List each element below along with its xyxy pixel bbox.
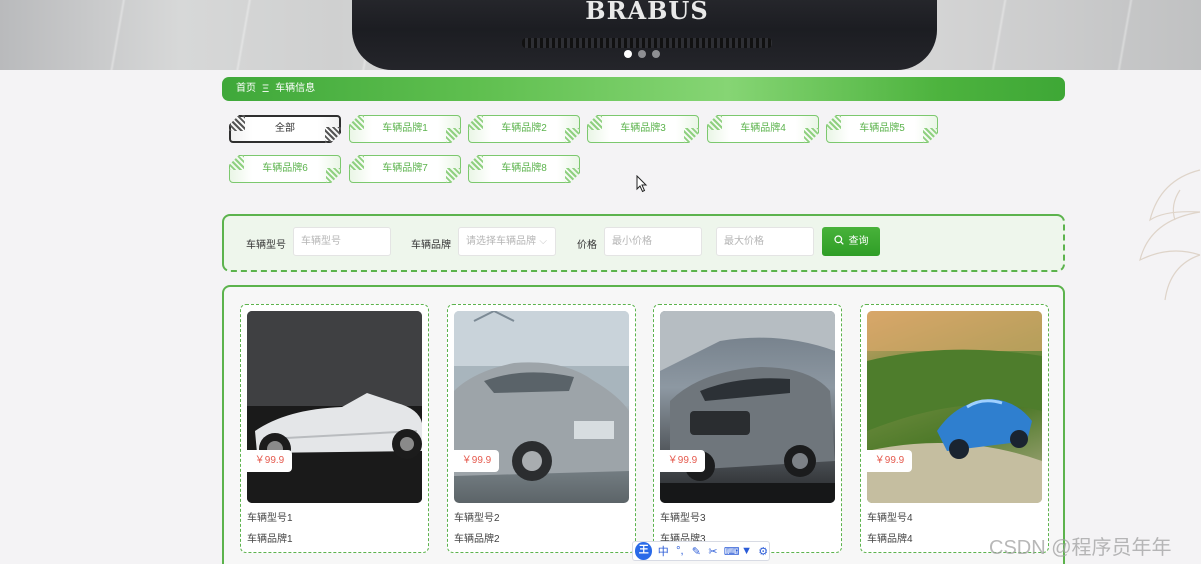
product-model: 车辆型号4 <box>867 513 913 524</box>
product-model: 车辆型号3 <box>660 513 706 524</box>
product-card[interactable]: ￥99.9 车辆型号3 车辆品牌3 <box>653 304 842 553</box>
category-tab-brand-5[interactable]: 车辆品牌5 <box>826 115 938 143</box>
query-button-label: 查询 <box>848 236 869 247</box>
category-tab-brand-8[interactable]: 车辆品牌8 <box>468 155 580 183</box>
hero-banner: BRABUS <box>0 0 1201 70</box>
price-tag: ￥99.9 <box>247 450 292 472</box>
carousel-dot-3[interactable] <box>652 50 660 58</box>
punctuation-icon[interactable]: °, <box>674 545 686 557</box>
query-button[interactable]: 查询 <box>822 227 880 256</box>
search-icon <box>833 235 844 245</box>
product-card[interactable]: ￥99.9 车辆型号1 车辆品牌1 <box>240 304 429 553</box>
search-panel: 车辆型号 车辆型号 车辆品牌 请选择车辆品牌 ⌵ 价格 最小价格 最大价格 查询 <box>222 214 1065 272</box>
product-brand: 车辆品牌1 <box>247 534 293 545</box>
product-model: 车辆型号2 <box>454 513 500 524</box>
product-image[interactable]: ￥99.9 <box>247 311 422 503</box>
convertible-car-image <box>247 311 422 503</box>
scissors-icon[interactable]: ✂ <box>707 545 719 558</box>
category-tab-brand-7[interactable]: 车辆品牌7 <box>349 155 461 183</box>
product-image[interactable]: ￥99.9 <box>454 311 629 503</box>
banner-car-image: BRABUS <box>352 0 937 70</box>
product-brand: 车辆品牌2 <box>454 534 500 545</box>
ime-logo-icon[interactable]: 王 <box>635 542 653 560</box>
breadcrumb-separator-icon: Ξ <box>262 83 270 95</box>
settings-gear-icon[interactable]: ⚙ <box>757 545 769 558</box>
price-tag: ￥99.9 <box>454 450 499 472</box>
ime-toolbar: 王 中 °, ✎ ✂ ⌨ ▼ ⚙ <box>632 541 770 561</box>
carousel-dot-1[interactable] <box>624 50 632 58</box>
brand-select[interactable]: 请选择车辆品牌 ⌵ <box>458 227 556 256</box>
carousel-dots <box>624 50 660 58</box>
category-tab-brand-2[interactable]: 车辆品牌2 <box>468 115 580 143</box>
category-tab-all[interactable]: 全部 <box>229 115 341 143</box>
price-tag: ￥99.9 <box>867 450 912 472</box>
product-image[interactable]: ￥99.9 <box>660 311 835 503</box>
max-price-input[interactable]: 最大价格 <box>716 227 814 256</box>
model-label: 车辆型号 <box>246 240 286 251</box>
product-card[interactable]: ￥99.9 车辆型号2 车辆品牌2 <box>447 304 636 553</box>
sports-car-image <box>867 311 1042 503</box>
category-tab-brand-1[interactable]: 车辆品牌1 <box>349 115 461 143</box>
banner-car-grill <box>522 38 772 48</box>
keyboard-icon[interactable]: ⌨ <box>724 545 740 558</box>
price-tag: ￥99.9 <box>660 450 705 472</box>
product-grid: ￥99.9 车辆型号1 车辆品牌1 ￥99.9 车辆型号2 车辆品牌2 ￥99.… <box>222 285 1065 564</box>
product-brand: 车辆品牌4 <box>867 534 913 545</box>
model-input[interactable]: 车辆型号 <box>293 227 391 256</box>
ime-mode-toggle[interactable]: 中 <box>657 543 669 559</box>
min-price-input[interactable]: 最小价格 <box>604 227 702 256</box>
product-model: 车辆型号1 <box>247 513 293 524</box>
breadcrumb-home[interactable]: 首页 <box>236 77 256 101</box>
pen-icon[interactable]: ✎ <box>691 545 703 558</box>
suv-car-image <box>660 311 835 503</box>
sedan-car-image <box>454 311 629 481</box>
skin-icon[interactable]: ▼ <box>741 545 753 557</box>
brand-label: 车辆品牌 <box>411 240 451 251</box>
breadcrumb: 首页 Ξ 车辆信息 <box>222 77 1065 101</box>
category-tab-brand-6[interactable]: 车辆品牌6 <box>229 155 341 183</box>
price-label: 价格 <box>577 240 597 251</box>
flower-decoration-icon <box>1139 169 1201 301</box>
product-image[interactable]: ￥99.9 <box>867 311 1042 503</box>
brand-select-placeholder: 请选择车辆品牌 <box>466 236 536 247</box>
carousel-dot-2[interactable] <box>638 50 646 58</box>
product-card[interactable]: ￥99.9 车辆型号4 车辆品牌4 <box>860 304 1049 553</box>
breadcrumb-current: 车辆信息 <box>275 83 316 94</box>
mouse-cursor-icon <box>636 175 648 193</box>
category-tab-brand-4[interactable]: 车辆品牌4 <box>707 115 819 143</box>
banner-plate-text: BRABUS <box>585 0 709 25</box>
chevron-down-icon: ⌵ <box>539 236 547 247</box>
csdn-watermark: CSDN @程序员年年 <box>989 537 1172 559</box>
category-tab-brand-3[interactable]: 车辆品牌3 <box>587 115 699 143</box>
